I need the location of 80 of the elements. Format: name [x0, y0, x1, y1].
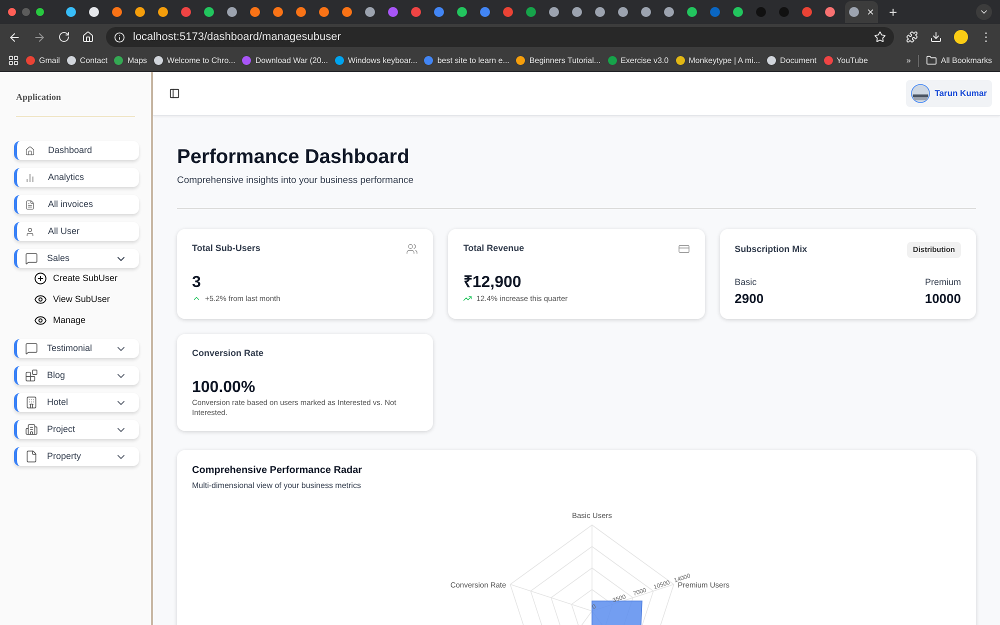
bookmark-item[interactable]: Monkeytype | A mi... — [676, 54, 760, 66]
bookmark-item[interactable]: Beginners Tutorial... — [516, 54, 601, 66]
trend-up-icon — [463, 294, 472, 303]
submenu-item[interactable]: View SubUser — [14, 289, 139, 310]
bookmark-item[interactable]: best site to learn e... — [424, 54, 510, 66]
bar-chart-icon — [25, 172, 35, 182]
sidebar-item[interactable]: Project — [14, 420, 139, 439]
chat-icon — [25, 252, 38, 265]
new-tab-button[interactable]: + — [889, 5, 898, 19]
bookmark-item[interactable]: Gmail — [26, 54, 60, 66]
sidebar-toggle-icon[interactable] — [169, 88, 180, 99]
premium-value: 10000 — [924, 290, 961, 308]
document-icon — [25, 450, 38, 463]
eye-icon — [34, 314, 47, 327]
bookmark-star-icon[interactable] — [874, 31, 886, 43]
chat-icon — [25, 342, 38, 355]
eye-icon — [34, 293, 47, 306]
house-icon — [25, 146, 35, 156]
sidebar-item[interactable]: All invoices — [14, 195, 139, 214]
user-button[interactable]: Tarun Kumar — [906, 80, 992, 107]
bookmark-item[interactable]: Download War (20... — [242, 54, 328, 66]
page-subtitle: Comprehensive insights into your business performance — [177, 174, 415, 188]
premium-label: Premium — [924, 276, 961, 288]
profile-avatar[interactable] — [954, 30, 968, 44]
sidebar-item[interactable]: Testimonial — [14, 339, 139, 358]
bookmark-item[interactable]: Windows keyboar... — [334, 54, 418, 66]
card-title: Total Revenue — [463, 242, 524, 256]
reload-icon[interactable] — [58, 31, 70, 43]
sidebar-item[interactable]: Dashboard — [14, 141, 139, 160]
user-icon — [25, 226, 35, 236]
download-icon[interactable] — [930, 31, 942, 43]
card-title: Total Sub-Users — [192, 242, 260, 256]
url-text: localhost:5173/dashboard/managesubuser — [133, 30, 341, 45]
plus-circle-icon — [34, 272, 47, 285]
all-bookmarks-button[interactable]: All Bookmarks — [926, 54, 992, 66]
sidebar-item[interactable]: Blog — [14, 366, 139, 385]
page-title: Performance Dashboard — [177, 145, 410, 170]
sidebar-item[interactable]: Sales — [14, 249, 139, 268]
folder-icon — [926, 55, 937, 66]
bookmark-item[interactable]: Contact — [66, 54, 108, 66]
sidebar-item[interactable]: Property — [14, 447, 139, 466]
bookmark-item[interactable]: Exercise v3.0 — [608, 54, 669, 66]
home-icon[interactable] — [82, 31, 94, 43]
sidebar-item[interactable]: Analytics — [14, 168, 139, 187]
extensions-icon[interactable] — [906, 31, 918, 43]
radar-subtitle: Multi-dimensional view of your business metrics — [192, 480, 362, 492]
more-bookmarks-button[interactable]: » — [906, 54, 911, 66]
bookmark-item[interactable]: Document — [767, 54, 817, 66]
site-info-icon[interactable] — [114, 32, 125, 42]
menu-icon[interactable]: ⋮ — [980, 31, 992, 43]
credit-card-icon — [678, 243, 690, 255]
browser-tab[interactable]: × — [845, 1, 878, 23]
apps-icon[interactable] — [8, 55, 19, 66]
address-bar[interactable]: localhost:5173/dashboard/managesubuser — [106, 27, 894, 47]
building-icon — [25, 423, 38, 436]
card-title: Subscription Mix — [734, 243, 808, 256]
sidebar-item[interactable]: Hotel — [14, 393, 139, 412]
bookmark-item[interactable]: Welcome to Chro... — [154, 54, 236, 66]
tab-close-button[interactable]: × — [867, 6, 874, 18]
stat-value: 100.00% — [192, 378, 256, 398]
window-maximize-icon[interactable] — [36, 8, 44, 16]
stat-value: ₹12,900 — [463, 272, 522, 293]
document-icon — [25, 200, 35, 210]
bookmark-item[interactable]: YouTube — [824, 54, 868, 66]
radar-area — [592, 600, 642, 625]
blocks-icon — [25, 369, 38, 382]
bookmark-item[interactable]: Maps — [114, 54, 148, 66]
stat-value: 3 — [192, 272, 202, 293]
radar-title: Comprehensive Performance Radar — [192, 464, 364, 478]
submenu-item[interactable]: Manage — [14, 310, 139, 331]
building-icon — [25, 396, 38, 409]
back-icon[interactable] — [8, 30, 21, 44]
sidebar-title: Application — [16, 92, 62, 102]
card-title: Conversion Rate — [192, 347, 264, 360]
basic-value: 2900 — [734, 290, 764, 308]
users-icon — [406, 243, 418, 255]
sidebar-item[interactable]: All User — [14, 222, 139, 241]
submenu-item[interactable]: Create SubUser — [14, 268, 139, 289]
window-close-icon[interactable] — [8, 8, 16, 16]
basic-label: Basic — [734, 276, 758, 288]
